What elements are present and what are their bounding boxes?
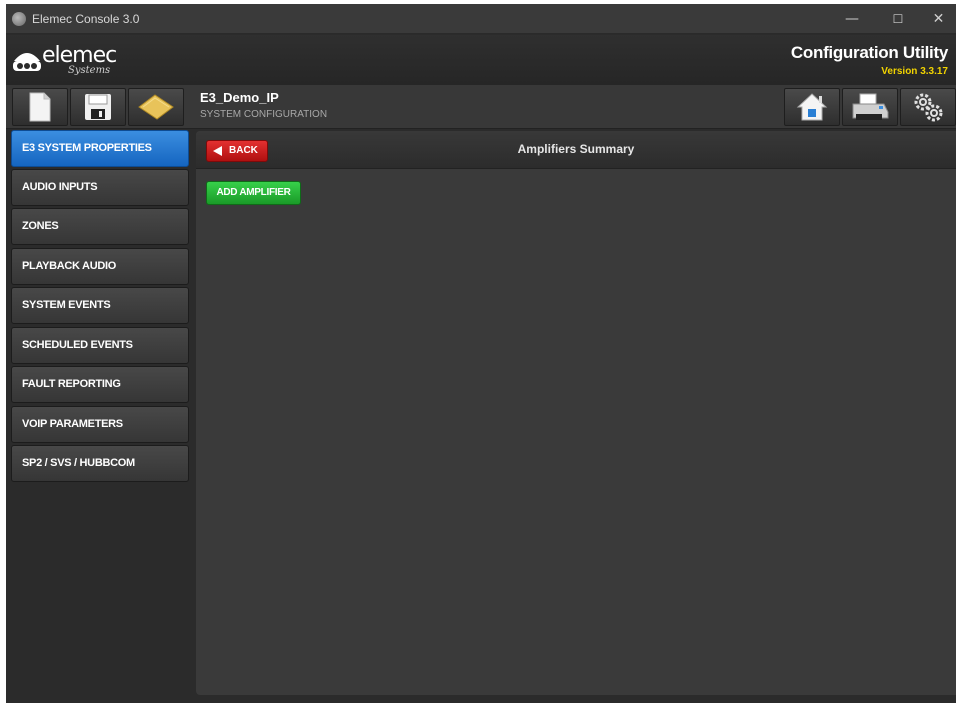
- app-header: elemec Systems Configuration Utility Ver…: [6, 35, 956, 85]
- version-label: Version 3.3.17: [881, 66, 948, 77]
- app-title: Configuration Utility: [790, 43, 948, 62]
- printer-icon: [852, 93, 889, 120]
- sidebar-item-voip-parameters[interactable]: VOIP PARAMETERS: [11, 406, 189, 443]
- logo-mark-icon: [13, 53, 41, 71]
- title-bar: Elemec Console 3.0 — ☐ ✕: [6, 4, 956, 34]
- sidebar-item-sp2-svs-hubbcom[interactable]: SP2 / SVS / HUBBCOM: [11, 445, 189, 482]
- minimize-button[interactable]: —: [829, 4, 875, 34]
- app-window: Elemec Console 3.0 — ☐ ✕ elemec Systems …: [6, 4, 956, 703]
- sidebar-nav: E3 SYSTEM PROPERTIES AUDIO INPUTS ZONES …: [11, 130, 189, 690]
- add-amplifier-button[interactable]: ADD AMPLIFIER: [206, 181, 301, 205]
- main-panel: Amplifiers Summary BACK ADD AMPLIFIER: [196, 131, 956, 695]
- settings-button[interactable]: [900, 88, 956, 126]
- toolbar: E3_Demo_IP SYSTEM CONFIGURATION: [6, 85, 956, 129]
- sidebar-item-system-events[interactable]: SYSTEM EVENTS: [11, 287, 189, 324]
- close-button[interactable]: ✕: [921, 4, 956, 34]
- save-icon: [85, 94, 111, 120]
- new-document-icon: [29, 92, 51, 122]
- print-button[interactable]: [842, 88, 898, 126]
- new-document-button[interactable]: [12, 88, 68, 126]
- maximize-button[interactable]: ☐: [875, 4, 921, 34]
- sidebar-item-playback-audio[interactable]: PLAYBACK AUDIO: [11, 248, 189, 285]
- logo-subtext: Systems: [68, 65, 111, 76]
- sidebar-item-e3-system-properties[interactable]: E3 SYSTEM PROPERTIES: [11, 130, 189, 167]
- project-subtitle: SYSTEM CONFIGURATION: [200, 109, 328, 120]
- sidebar-item-audio-inputs[interactable]: AUDIO INPUTS: [11, 169, 189, 206]
- open-folder-icon: [138, 94, 174, 120]
- home-icon: [796, 93, 828, 121]
- back-button-label: BACK: [229, 145, 258, 156]
- save-button[interactable]: [70, 88, 126, 126]
- back-button[interactable]: BACK: [206, 140, 268, 162]
- project-name: E3_Demo_IP: [200, 90, 279, 105]
- sidebar-item-fault-reporting[interactable]: FAULT REPORTING: [11, 366, 189, 403]
- app-icon: [12, 12, 26, 26]
- window-title: Elemec Console 3.0: [32, 12, 140, 26]
- panel-title: Amplifiers Summary: [517, 142, 635, 156]
- panel-header: Amplifiers Summary BACK: [196, 131, 956, 169]
- elemec-logo: elemec Systems: [12, 41, 132, 81]
- home-button[interactable]: [784, 88, 840, 126]
- sidebar-item-scheduled-events[interactable]: SCHEDULED EVENTS: [11, 327, 189, 364]
- sidebar-item-zones[interactable]: ZONES: [11, 208, 189, 245]
- back-arrow-icon: [213, 146, 222, 156]
- open-button[interactable]: [128, 88, 184, 126]
- settings-icon: [914, 93, 943, 122]
